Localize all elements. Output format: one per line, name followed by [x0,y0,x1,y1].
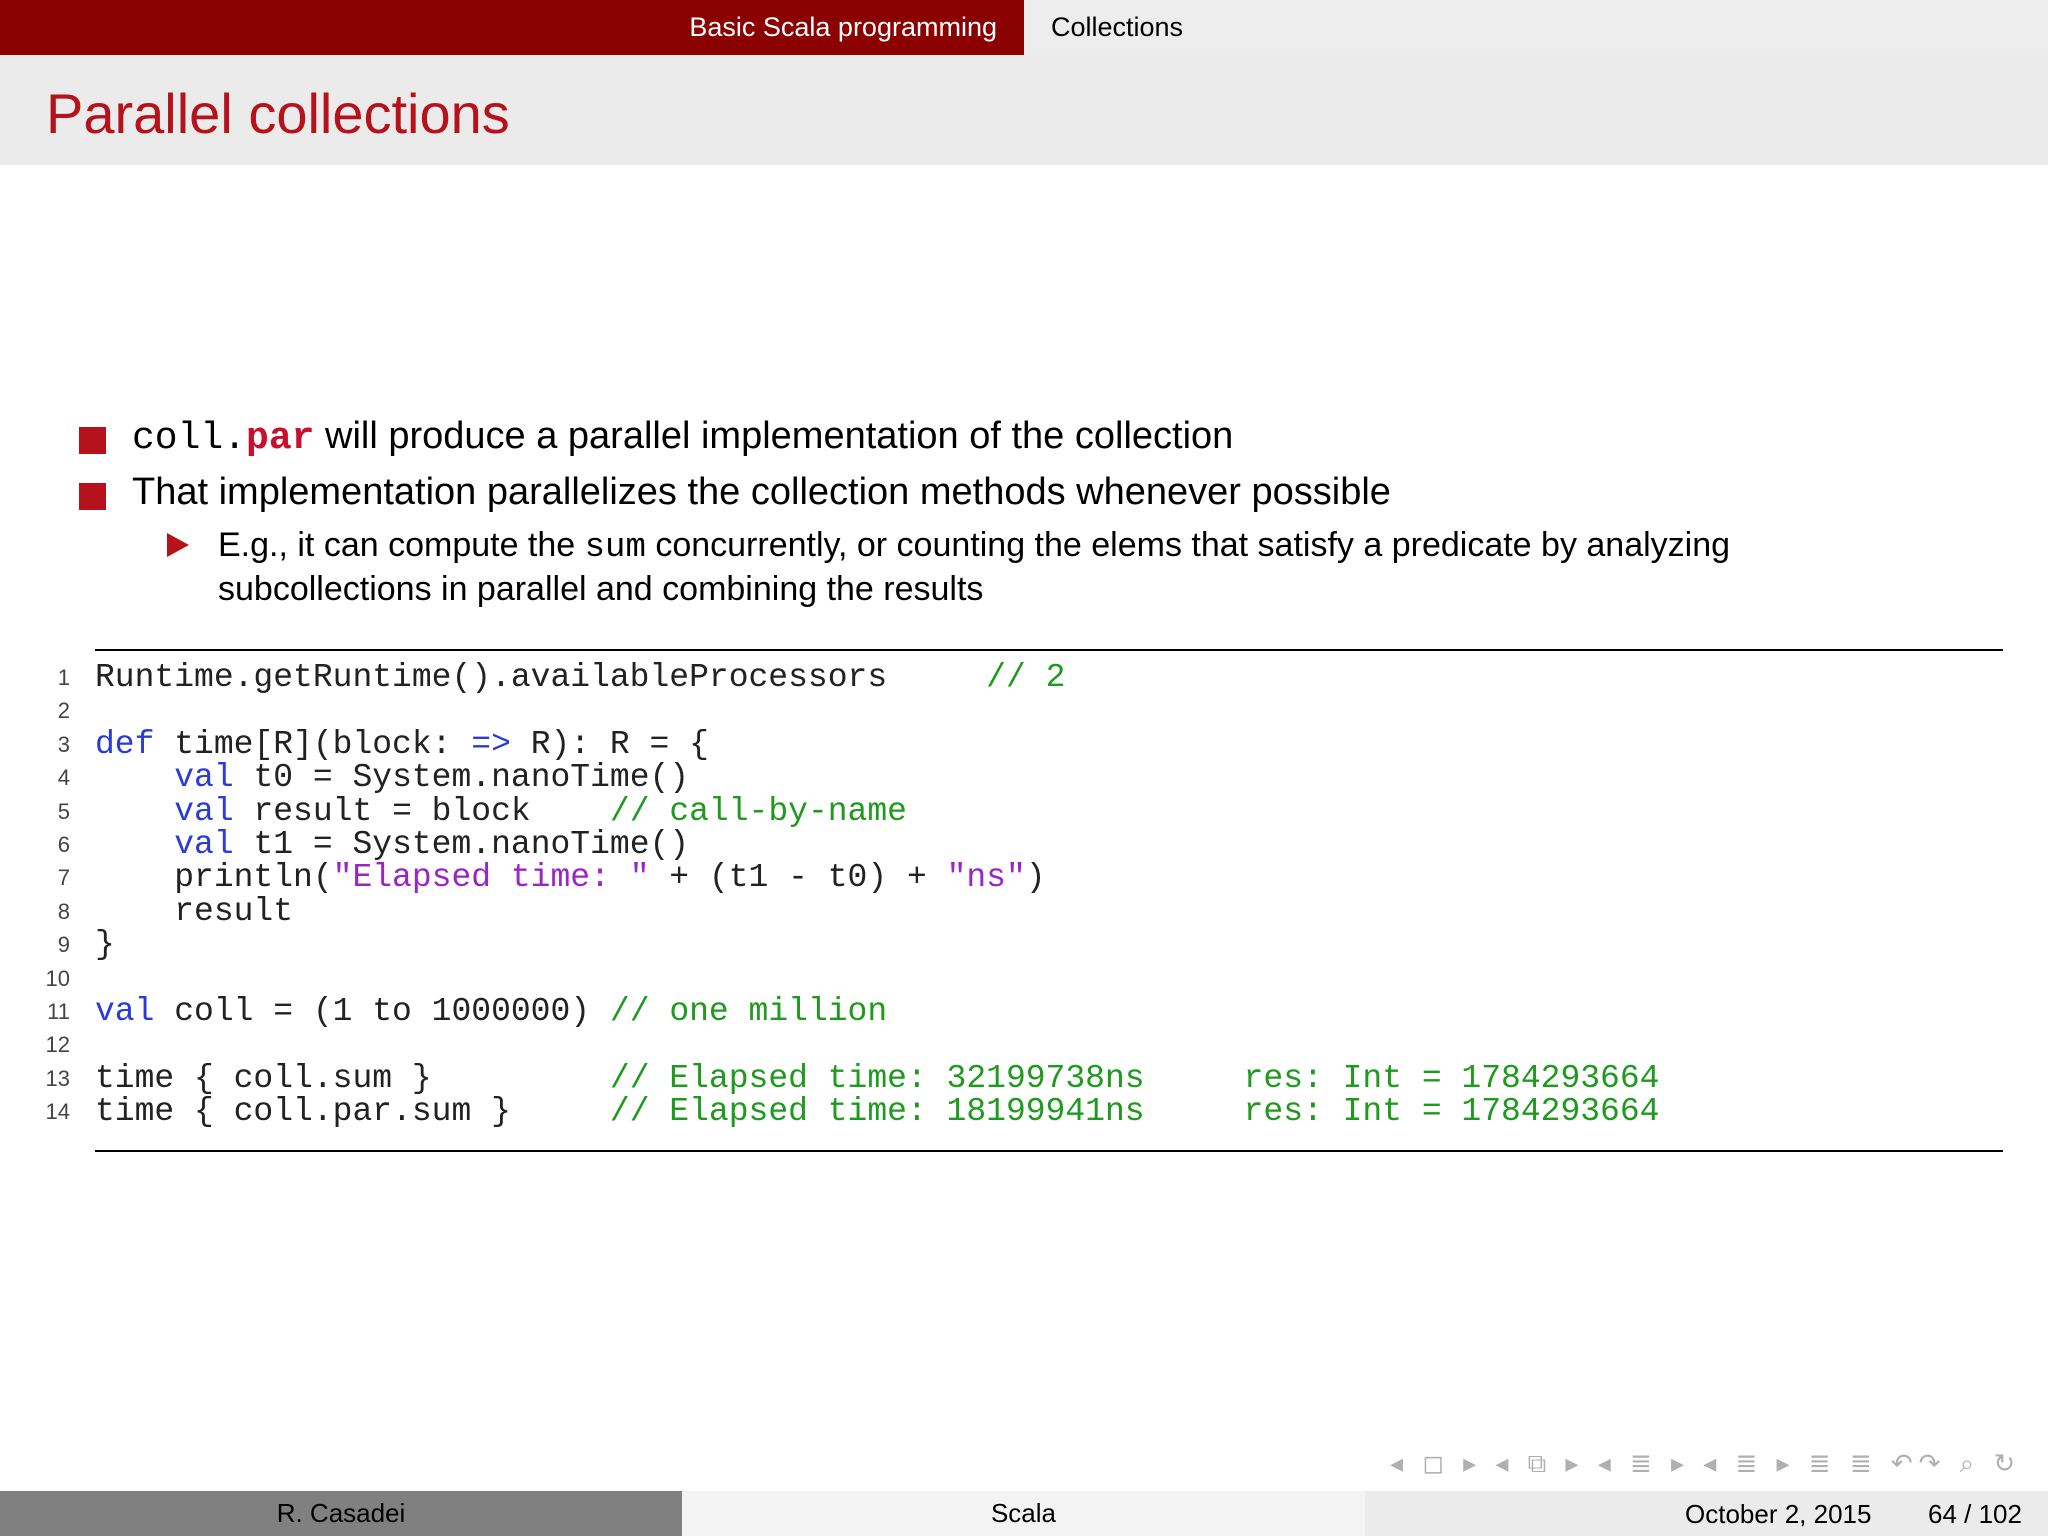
code-line: 6 val t1 = System.nanoTime() [0,828,2048,861]
code-content: val t1 = System.nanoTime() [174,825,690,863]
inline-code: sum [584,529,646,567]
code-content: println("Elapsed time: " + (t1 - t0) + "… [95,859,1046,897]
square-bullet-icon [79,483,106,510]
code-line: 11 val coll = (1 to 1000000) // one milli… [0,995,2048,1028]
subsection-tab[interactable]: Collections [1024,0,2048,55]
bullet-text-1: coll.par will produce a parallel impleme… [132,415,1233,460]
line-number: 12 [45,1032,70,1058]
line-number: 13 [45,1065,70,1091]
line-number: 10 [45,965,70,991]
line-number: 2 [57,698,70,724]
line-number: 7 [57,865,70,891]
code-content: Runtime.getRuntime().availableProcessors… [95,659,1066,696]
line-number: 9 [57,932,70,958]
code-top-rule [95,649,2003,651]
sub-bullet-text: E.g., it can compute the sum concurrentl… [218,525,1938,610]
inline-code: coll. [132,417,247,460]
code-content: def time[R](block: => R): R = { [95,725,709,763]
beamer-navigation-icons[interactable]: ◂ ◻ ▸ ◂ ⧉ ▸ ◂ ≣ ▸ ◂ ≣ ▸ ≣ ≣ ↶↷ ⌕ ↻ [1390,1448,2040,1478]
footer-bar: R. Casadei Scala October 2, 2015 64 / 10… [0,1491,2048,1536]
code-line: 9} [0,928,2048,961]
code-line: 7 println("Elapsed time: " + (t1 - t0) +… [0,861,2048,894]
bullet-text: will produce a parallel implementation o… [314,415,1234,457]
code-content: val coll = (1 to 1000000) // one million [95,992,888,1030]
code-content: val result = block // call-by-name [174,792,907,830]
footer-title: Scala [682,1491,1365,1536]
code-line: 12 [0,1028,2048,1061]
code-line: 4 val t0 = System.nanoTime() [0,761,2048,794]
page-number: 64 / 102 [1928,1499,2022,1529]
line-number: 1 [57,665,70,690]
code-content: time { coll.par.sum } // Elapsed time: 1… [95,1093,1660,1131]
frame-title-bar: Parallel collections [0,55,2048,165]
bullet-text-2: That implementation parallelizes the col… [132,471,1391,513]
subsection-label: Collections [1051,12,1184,42]
footer-author: R. Casadei [0,1491,682,1536]
section-label: Basic Scala programming [689,12,997,42]
line-number: 4 [57,765,70,791]
code-line: 5 val result = block // call-by-name [0,792,2048,830]
code-content: } [95,926,115,964]
code-line: 13 time { coll.sum } // Elapsed time: 321… [0,1059,2048,1097]
line-number: 8 [57,898,70,924]
code-line: 3 def time[R](block: => R): R = { [0,728,2048,761]
code-content: val t0 = System.nanoTime() [174,759,690,797]
code-listing: 1 Runtime.getRuntime().availableProcessor… [0,661,2048,1128]
square-bullet-icon [79,427,106,454]
line-number: 3 [57,731,70,757]
code-line: 1 Runtime.getRuntime().availableProcessor… [0,661,2048,694]
code-line: 14 time { coll.par.sum } // Elapsed time:… [0,1095,2048,1128]
code-line: 2 [0,694,2048,727]
section-tab[interactable]: Basic Scala programming [0,0,1024,55]
frame-title: Parallel collections [46,82,510,145]
code-bottom-rule [95,1150,2003,1152]
footer-right: October 2, 2015 64 / 102 [1365,1491,2048,1536]
inline-code-keyword: par [246,417,315,460]
line-number: 14 [45,1099,70,1125]
triangle-bullet-icon [167,533,189,557]
sub-text-a: E.g., it can compute the [218,526,585,564]
section-navigation-bar: Basic Scala programming Collections [0,0,2048,55]
code-line: 10 [0,962,2048,995]
line-number: 6 [57,831,70,857]
footer-date: October 2, 2015 [1685,1499,1872,1529]
code-content: time { coll.sum } // Elapsed time: 32199… [95,1059,1660,1097]
line-number: 11 [47,998,70,1024]
code-line: 8 result [0,895,2048,928]
code-content: result [95,892,294,930]
line-number: 5 [57,798,70,824]
